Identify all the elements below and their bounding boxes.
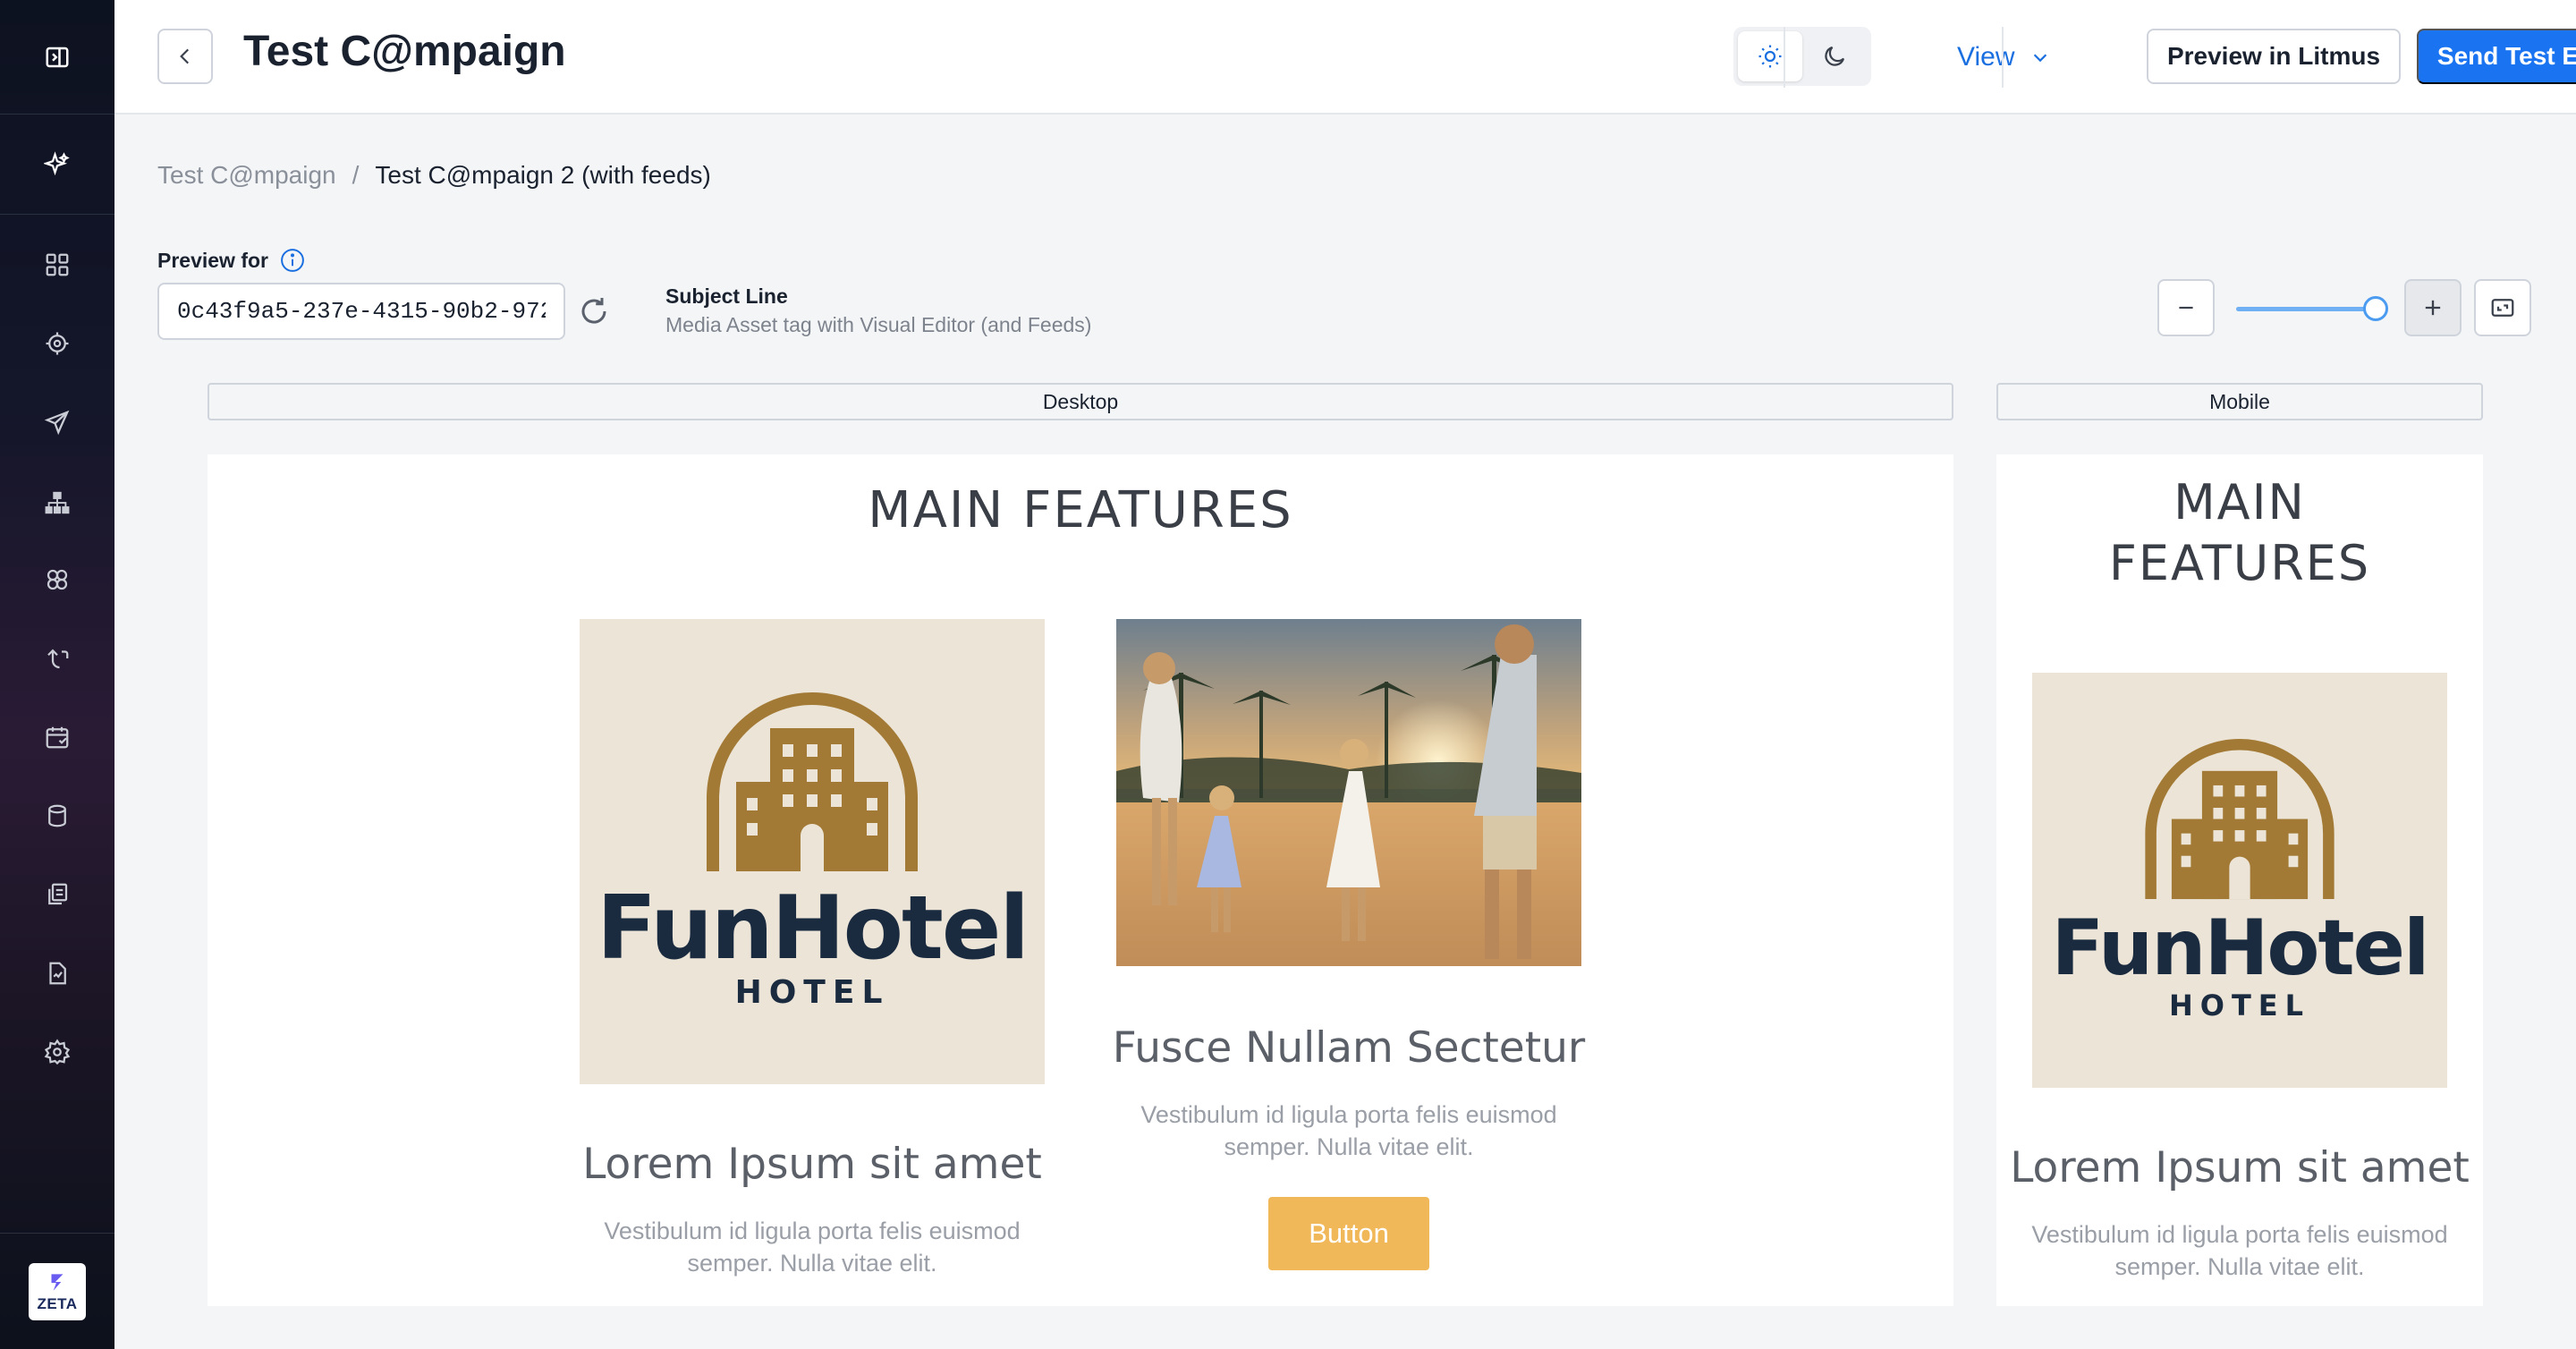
- zoom-slider-fill: [2236, 307, 2376, 311]
- sidebar-item-journeys[interactable]: [0, 630, 114, 687]
- settings-icon: [44, 1039, 71, 1065]
- minus-icon: [2179, 306, 2193, 310]
- family-beach-photo: [1116, 619, 1581, 966]
- breadcrumb-parent[interactable]: Test C@mpaign: [157, 161, 336, 190]
- hotel-building-icon: [2145, 739, 2334, 900]
- journey-icon: [47, 649, 69, 669]
- sidebar-item-dashboard[interactable]: [0, 236, 114, 293]
- plus-icon: [2425, 300, 2441, 316]
- header-divider: [1784, 27, 1785, 88]
- target-icon: [46, 332, 69, 355]
- chevron-down-icon: [2034, 54, 2047, 63]
- beach-sunset-image: [1116, 619, 1581, 966]
- reports-icon: [49, 962, 66, 985]
- sidebar-item-data[interactable]: [0, 787, 114, 844]
- card1-body: Vestibulum id ligula porta felis euismod…: [604, 1217, 1021, 1277]
- send-test-email-button[interactable]: Send Test Email: [2417, 29, 2576, 84]
- zoom-out-button[interactable]: [2157, 279, 2215, 336]
- sun-icon: [1758, 45, 1782, 68]
- sidebar: ZETA: [0, 0, 114, 1349]
- sidebar-footer: ZETA: [0, 1233, 114, 1349]
- sidebar-item-targeting[interactable]: [0, 315, 114, 372]
- zoom-slider-thumb[interactable]: [2362, 296, 2388, 321]
- segments-icon: [47, 569, 68, 590]
- breadcrumb-current: Test C@mpaign 2 (with feeds): [375, 161, 711, 189]
- card1-body-mobile: Vestibulum id ligula porta felis euismod…: [2031, 1221, 2448, 1280]
- preview-for-label: Preview for: [157, 247, 306, 274]
- fit-to-screen-button[interactable]: [2474, 279, 2531, 336]
- zeta-mark-icon: [51, 1273, 64, 1291]
- zeta-logo-text: ZETA: [37, 1294, 78, 1312]
- send-icon: [44, 410, 70, 436]
- sidebar-item-reports[interactable]: [0, 945, 114, 1002]
- dashboard-icon: [46, 253, 69, 276]
- sidebar-item-library[interactable]: [0, 866, 114, 923]
- calendar-icon: [46, 726, 69, 749]
- desktop-pane-tab[interactable]: Desktop: [208, 383, 1953, 420]
- card1-title-mobile: Lorem Ipsum sit amet: [2010, 1143, 2470, 1192]
- desktop-email-preview: MAIN FEATURES FunHotel HOTEL Lorem Ipsum…: [208, 454, 1953, 1306]
- collapse-icon: [46, 47, 69, 67]
- zeta-logo[interactable]: ZETA: [29, 1262, 86, 1320]
- moon-icon: [1825, 46, 1845, 66]
- chevron-left-icon: [180, 48, 190, 64]
- subject-line-value: Media Asset tag with Visual Editor (and …: [665, 313, 1092, 336]
- preview-for-input[interactable]: [157, 283, 565, 340]
- dark-theme-button[interactable]: [1802, 31, 1867, 81]
- sidebar-collapse-button[interactable]: [0, 0, 114, 115]
- view-dropdown[interactable]: View: [1957, 39, 2050, 75]
- info-icon[interactable]: [279, 247, 306, 274]
- preview-for-text: Preview for: [157, 248, 268, 272]
- back-button[interactable]: [157, 29, 213, 84]
- fit-screen-icon: [2491, 299, 2514, 317]
- page-title: Test C@mpaign: [243, 28, 566, 75]
- library-icon: [48, 883, 68, 905]
- theme-toggle: [1733, 27, 1871, 86]
- header-divider: [2002, 27, 2004, 88]
- logo-subtitle-mobile: HOTEL: [2168, 988, 2311, 1022]
- sidebar-item-hierarchy[interactable]: [0, 474, 114, 531]
- top-header: Test C@mpaign View Preview in Litmus Sen…: [114, 0, 2576, 115]
- card1-title: Lorem Ipsum sit amet: [582, 1140, 1042, 1189]
- sparkle-icon: [44, 150, 70, 175]
- subject-line-label: Subject Line: [665, 284, 788, 308]
- mobile-pane-tab[interactable]: Mobile: [1996, 383, 2483, 420]
- email-heading-mobile: MAIN FEATURES: [2108, 474, 2371, 591]
- logo-subtitle: HOTEL: [734, 974, 890, 1011]
- refresh-icon[interactable]: [578, 295, 610, 327]
- sidebar-item-ai[interactable]: [0, 115, 114, 215]
- sidebar-item-segments[interactable]: [0, 551, 114, 608]
- hotel-building-icon: [707, 692, 918, 871]
- sidebar-item-calendar[interactable]: [0, 708, 114, 766]
- mobile-email-preview: MAIN FEATURES FunHotel HOTEL Lorem Ipsum…: [1996, 454, 2483, 1306]
- breadcrumb: Test C@mpaign / Test C@mpaign 2 (with fe…: [157, 161, 711, 190]
- card2-body: Vestibulum id ligula porta felis euismod…: [1140, 1101, 1557, 1160]
- sidebar-item-campaigns[interactable]: [0, 394, 114, 451]
- hierarchy-icon: [45, 491, 70, 514]
- logo-wordmark: FunHotel: [597, 878, 1030, 980]
- preview-in-litmus-button[interactable]: Preview in Litmus: [2147, 29, 2401, 84]
- hotel-logo-image: FunHotel HOTEL: [580, 619, 1045, 1084]
- zoom-in-button[interactable]: [2404, 279, 2462, 336]
- light-theme-button[interactable]: [1738, 31, 1802, 81]
- card2-title: Fusce Nullam Sectetur: [1112, 1023, 1586, 1073]
- email-heading: MAIN FEATURES: [868, 481, 1293, 539]
- hotel-logo-image-mobile: FunHotel HOTEL: [2032, 673, 2447, 1088]
- database-icon: [48, 804, 66, 827]
- logo-wordmark-mobile: FunHotel: [2051, 904, 2430, 993]
- view-dropdown-label: View: [1957, 42, 2015, 72]
- sidebar-item-settings[interactable]: [0, 1023, 114, 1081]
- cta-button[interactable]: Button: [1268, 1197, 1429, 1270]
- breadcrumb-separator: /: [352, 161, 360, 189]
- zoom-slider[interactable]: [2236, 307, 2383, 311]
